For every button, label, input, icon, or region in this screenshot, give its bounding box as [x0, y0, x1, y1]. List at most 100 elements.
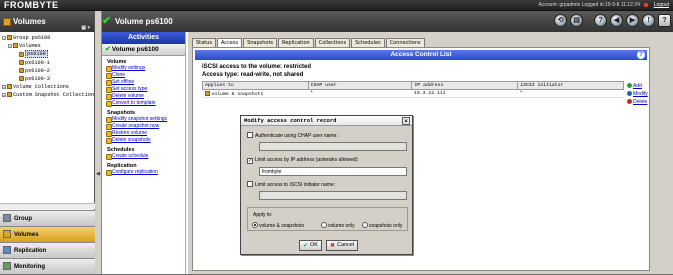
cancel-button[interactable]: ✖ Cancel: [326, 240, 359, 251]
table-cell: *: [517, 89, 624, 98]
acl-table: Applies to CHAP user IP address iSCSI initi…: [202, 81, 624, 98]
radio-button[interactable]: [252, 222, 258, 228]
iscsi-access-text: iSCSI access to the volume: restricted: [202, 64, 312, 70]
chap-checkbox[interactable]: [247, 132, 253, 138]
tab-strip: Status Access Snapshots Replication Collecti…: [192, 37, 426, 49]
apply-radio-option[interactable]: volume only: [321, 222, 355, 229]
tree-item[interactable]: + Volume Collections: [2, 83, 94, 91]
column-header[interactable]: Applies to: [202, 81, 309, 90]
tree-item-label: ps6100-3: [25, 75, 50, 82]
main-header: ✔ Volume ps6100 ⟲ ▤? ◀ ▶!?: [102, 11, 673, 32]
activity-link[interactable]: Create schedule: [106, 153, 185, 160]
column-header[interactable]: CHAP user: [307, 81, 413, 90]
refresh-icon[interactable]: ⟲: [554, 14, 567, 27]
add-button[interactable]: Add: [627, 82, 648, 90]
activity-link[interactable]: Set access type: [106, 86, 185, 93]
tree-item[interactable]: ps6100-2: [2, 67, 94, 75]
tree-horizontal-scrollbar[interactable]: [0, 203, 95, 209]
nav-button-label: Group: [14, 216, 32, 222]
activity-link[interactable]: Delete snapshots: [106, 137, 185, 144]
expander-icon[interactable]: −: [8, 43, 12, 48]
table-cell: volume & snapshots: [202, 89, 309, 98]
ip-checkbox[interactable]: ✓: [247, 158, 253, 164]
nav-button-group[interactable]: Group: [0, 210, 95, 226]
tree-item[interactable]: ps6100-3: [2, 75, 94, 83]
expander-icon[interactable]: +: [2, 92, 6, 97]
delete-button[interactable]: Delete: [627, 98, 648, 106]
modify-button[interactable]: Modify: [627, 90, 648, 98]
activity-link[interactable]: Create snapshot now: [106, 123, 185, 130]
ip-label: Limit access by IP address (asterisks al…: [255, 157, 359, 163]
activity-link[interactable]: Configure replication: [106, 169, 185, 176]
collapse-arrow-icon[interactable]: ◀: [96, 171, 100, 177]
tree-item[interactable]: − Volumes: [2, 42, 94, 50]
delete-icon: [627, 99, 632, 104]
volumes-icon: [3, 230, 11, 239]
activity-link[interactable]: Set offline: [106, 79, 185, 86]
left-panel-title: Volumes: [13, 17, 46, 26]
forward-icon[interactable]: ▶: [626, 14, 639, 27]
panel-splitter[interactable]: ◀: [95, 11, 102, 274]
activity-link[interactable]: Clone: [106, 72, 185, 79]
activities-panel: Activities ✔Volume ps6100 Volume Modify s…: [102, 32, 186, 274]
activities-subheader: ✔Volume ps6100: [102, 44, 185, 56]
tree-item-label: Custom Snapshot Collections: [13, 92, 94, 99]
nav-button-label: Volumes: [14, 232, 39, 238]
print-icon[interactable]: ▤: [570, 14, 583, 27]
tree-item[interactable]: + Custom Snapshot Collections: [2, 91, 94, 99]
initiator-field[interactable]: [259, 191, 407, 200]
folder-icon: [7, 92, 12, 98]
logout-link[interactable]: Logout: [654, 2, 669, 8]
logout-icon[interactable]: [644, 2, 649, 7]
ip-address-field[interactable]: frombyte: [259, 167, 407, 176]
dialog-title: Modify access control record: [244, 117, 337, 124]
acl-help-icon[interactable]: ?: [637, 51, 645, 59]
tree-item[interactable]: ps6100: [2, 50, 94, 59]
cell-text: *: [310, 91, 314, 96]
alert-icon[interactable]: !: [642, 14, 655, 27]
activity-link[interactable]: Modify settings: [106, 65, 185, 72]
left-nav-buttons: Group Volumes Replication Monitoring: [0, 210, 95, 274]
activity-link[interactable]: Delete volume: [106, 93, 185, 100]
radio-button[interactable]: [362, 222, 368, 228]
acl-table-body: volume & snapshots * 10.3.12.111 *: [202, 89, 624, 98]
initiator-row: Limit access to iSCSI initiator name:: [247, 181, 335, 188]
radio-label: snapshots only: [369, 223, 403, 229]
nav-button-replication[interactable]: Replication: [0, 242, 95, 258]
chap-user-field[interactable]: [259, 142, 407, 151]
header-toolbar: ⟲ ▤? ◀ ▶!?: [551, 14, 671, 29]
table-row[interactable]: volume & snapshots * 10.3.12.111 *: [202, 89, 624, 98]
activity-link[interactable]: Convert to template: [106, 100, 185, 107]
nav-button-volumes[interactable]: Volumes: [0, 226, 95, 242]
initiator-checkbox[interactable]: [247, 181, 253, 187]
apply-radio-option[interactable]: volume & snapshots: [252, 222, 304, 229]
help-icon[interactable]: ?: [658, 14, 671, 27]
side-button-label: Modify: [633, 91, 648, 97]
nav-button-monitoring[interactable]: Monitoring: [0, 258, 95, 274]
tree-item[interactable]: ps6100-1: [2, 59, 94, 67]
volume-icon: [19, 59, 24, 65]
group-icon: [3, 214, 11, 223]
activity-link[interactable]: Restore volume: [106, 130, 185, 137]
column-header[interactable]: iSCSI initiator: [517, 81, 624, 90]
radio-button[interactable]: [321, 222, 327, 228]
column-header[interactable]: IP address: [411, 81, 519, 90]
expander-icon[interactable]: −: [2, 35, 6, 40]
tree-item-label: ps6100: [25, 50, 48, 59]
initiator-label: Limit access to iSCSI initiator name:: [255, 182, 336, 188]
apply-radio-option[interactable]: snapshots only: [362, 222, 402, 229]
chap-row: Authenticate using CHAP user name:: [247, 132, 338, 139]
nav-button-label: Replication: [14, 248, 47, 254]
back-icon[interactable]: ◀: [610, 14, 623, 27]
activity-link[interactable]: Modify snapshot settings: [106, 116, 185, 123]
group-icon: [7, 35, 12, 41]
account-info: Account: grpadmin Logged in:15-9-8 11:12…: [539, 0, 669, 11]
volume-icon: [19, 76, 24, 82]
ok-button[interactable]: ✔ OK: [299, 240, 322, 251]
expander-icon[interactable]: +: [2, 84, 6, 89]
tree-toolbar-menu[interactable]: ▣ ▾: [81, 18, 90, 39]
help-icon-round[interactable]: ?: [594, 14, 607, 27]
close-icon[interactable]: ×: [402, 117, 410, 125]
side-button-label: Add: [633, 83, 642, 89]
tree-item[interactable]: − Group ps6100: [2, 34, 94, 42]
